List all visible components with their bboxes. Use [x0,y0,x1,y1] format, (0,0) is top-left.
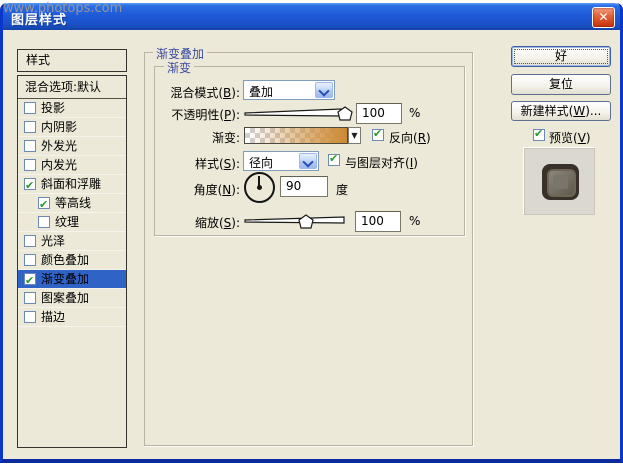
gradient-overlay-checkbox[interactable] [24,271,36,290]
sidebar-item-label: 渐变叠加 [41,272,90,286]
blend-mode-select[interactable]: 叠加 [243,80,335,100]
sidebar-item-contour[interactable]: 等高线 [18,194,126,214]
sidebar-item-label: 颜色叠加 [41,253,90,267]
layer-style-dialog-screenshot: 图层样式 ✕ 样式 混合选项:默认 投影 内阴影 外发光 内发光 ✔ 斜面和浮雕… [0,0,623,465]
sidebar-item-gradient-overlay[interactable]: 渐变叠加 [18,270,126,290]
satin-checkbox[interactable] [24,235,36,247]
scale-unit: % [409,214,421,228]
reverse-label: 反向(R) [389,131,431,145]
sidebar-item-outer-glow[interactable]: 外发光 [18,137,126,156]
texture-checkbox[interactable] [38,216,50,228]
gradient-label: 渐变: [211,131,240,145]
align-with-layer-label: 与图层对齐(I) [345,156,418,170]
sidebar-item-label: 斜面和浮雕 [41,177,102,191]
inner-glow-checkbox[interactable] [24,159,36,171]
sidebar-item-label: 光泽 [41,234,66,248]
angle-input[interactable]: 90 [280,176,328,197]
color-overlay-checkbox[interactable] [24,254,36,266]
sidebar-item-drop-shadow[interactable]: 投影 [18,99,126,118]
sidebar-item-texture[interactable]: 纹理 [18,213,126,232]
preview-checkbox[interactable] [533,127,545,141]
ok-button[interactable]: 好 [511,46,611,67]
angle-unit: 度 [336,183,349,197]
style-value: 径向 [249,156,274,170]
scale-slider[interactable] [244,209,349,233]
chevron-down-icon[interactable] [315,82,333,98]
sidebar-item-label: 投影 [41,101,66,115]
opacity-unit: % [409,106,421,120]
sidebar-item-inner-glow[interactable]: 内发光 [18,156,126,175]
preview-thumbnail [524,148,595,215]
opacity-label: 不透明性(P): [171,108,240,122]
blend-mode-label: 混合模式(B): [170,86,240,100]
gradient-swatch[interactable] [244,127,348,144]
sidebar-item-label: 图案叠加 [41,291,90,305]
sidebar-item-label: 内阴影 [41,120,78,134]
close-button[interactable]: ✕ [592,7,615,28]
sidebar-item-bevel-emboss[interactable]: 斜面和浮雕 [18,175,126,195]
blend-mode-value: 叠加 [249,85,274,99]
stroke-checkbox[interactable] [24,311,36,323]
contour-checkbox[interactable] [38,195,50,214]
style-select[interactable]: 径向 [243,151,319,171]
sidebar-item-inner-shadow[interactable]: 内阴影 [18,118,126,137]
styles-header-label: 样式 [26,53,51,67]
sidebar-item-pattern-overlay[interactable]: 图案叠加 [18,289,126,308]
scale-slider-thumb [298,214,314,229]
sidebar-item-blending-options[interactable]: 混合选项:默认 [18,76,126,99]
angle-label: 角度(N): [193,183,240,197]
outer-glow-checkbox[interactable] [24,140,36,152]
align-with-layer-checkbox[interactable] [328,152,340,166]
scale-input[interactable]: 100 [355,211,401,232]
opacity-slider[interactable] [244,103,359,125]
new-style-button[interactable]: 新建样式(W)... [511,101,611,121]
watermark-text: www.photops.com [3,1,123,16]
sidebar-item-label: 内发光 [41,158,78,172]
sidebar-item-label: 外发光 [41,139,78,153]
reverse-checkbox[interactable] [372,127,384,141]
effects-list: 混合选项:默认 投影 内阴影 外发光 内发光 斜面和浮雕 等高线 [17,75,127,448]
style-label: 样式(S): [194,157,240,171]
preview-label: 预览(V) [549,131,591,145]
gradient-subgroup-title: 渐变 [164,59,195,76]
bevel-emboss-checkbox[interactable] [24,176,36,195]
inner-shadow-checkbox[interactable] [24,121,36,133]
sidebar-item-label: 描边 [41,310,66,324]
sidebar-item-color-overlay[interactable]: 颜色叠加 [18,251,126,270]
close-icon: ✕ [598,10,609,24]
opacity-input[interactable]: 100 [356,103,402,124]
sidebar-item-label: 纹理 [55,215,80,229]
sidebar-item-stroke[interactable]: 描边 [18,308,126,327]
angle-dial-icon[interactable] [244,172,275,203]
reset-button[interactable]: 复位 [511,74,611,95]
chevron-down-icon[interactable] [299,153,317,169]
preview-button-image [542,164,579,200]
sidebar-item-satin[interactable]: 光泽 [18,232,126,251]
sidebar-item-label: 等高线 [55,196,92,210]
drop-shadow-checkbox[interactable] [24,102,36,114]
styles-header: 样式 [17,49,127,72]
pattern-overlay-checkbox[interactable] [24,292,36,304]
gradient-dropdown-arrow-icon[interactable]: ▼ [348,127,361,144]
scale-label: 缩放(S): [194,216,240,230]
layer-style-dialog: 图层样式 ✕ 样式 混合选项:默认 投影 内阴影 外发光 内发光 ✔ 斜面和浮雕… [0,3,623,463]
